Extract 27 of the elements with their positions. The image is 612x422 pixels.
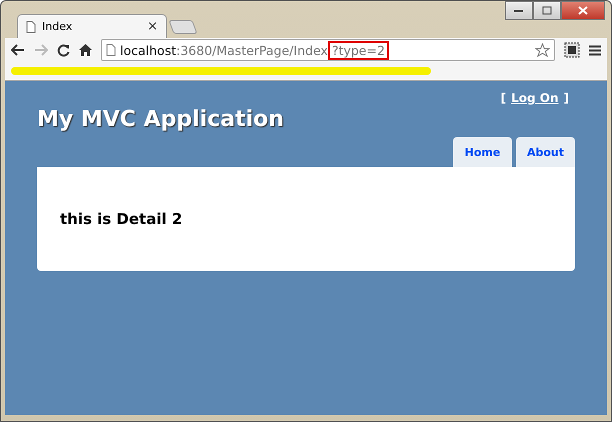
- close-icon[interactable]: ×: [147, 19, 158, 34]
- site-title: My MVC Application: [37, 107, 284, 132]
- back-icon[interactable]: [11, 44, 25, 56]
- browser-tab[interactable]: Index ×: [17, 14, 167, 38]
- minimize-icon: [514, 8, 524, 12]
- tab-title: Index: [42, 20, 74, 33]
- maximize-icon: [542, 6, 552, 15]
- log-on-link[interactable]: Log On: [511, 91, 559, 105]
- menu-icon[interactable]: [589, 44, 601, 56]
- minimize-button[interactable]: [505, 1, 533, 20]
- extension-icon[interactable]: [564, 42, 580, 58]
- menu-tab[interactable]: About: [516, 137, 575, 167]
- url-query: ?type=2: [328, 40, 389, 60]
- close-icon: [578, 6, 588, 15]
- home-icon[interactable]: [79, 44, 92, 56]
- bracket-text: [: [500, 91, 506, 105]
- url-text: localhost:3680/MasterPage/Index: [120, 42, 328, 58]
- reload-icon[interactable]: [57, 44, 70, 56]
- bracket-text: ]: [564, 91, 569, 105]
- star-icon[interactable]: [535, 42, 550, 58]
- page-icon: [106, 44, 116, 56]
- close-button[interactable]: [561, 1, 605, 20]
- menu-tab[interactable]: Home: [453, 137, 512, 167]
- address-bar[interactable]: localhost:3680/MasterPage/Index ?type=2: [101, 39, 555, 61]
- detail-heading: this is Detail 2: [60, 210, 182, 228]
- maximize-button[interactable]: [533, 1, 561, 20]
- page-icon: [26, 20, 36, 32]
